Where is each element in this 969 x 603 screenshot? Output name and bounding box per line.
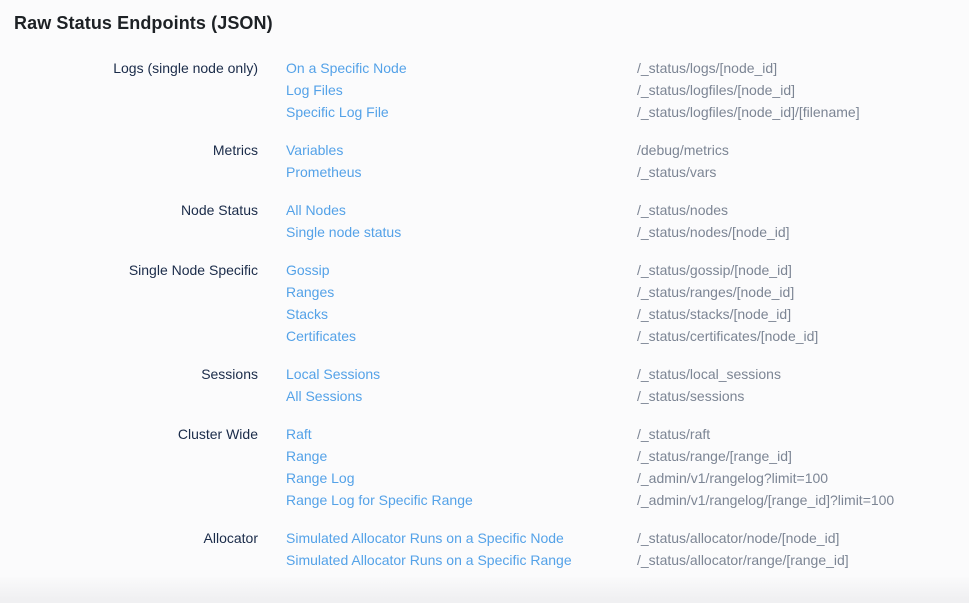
endpoint-link[interactable]: Raft <box>258 423 637 445</box>
endpoint-path: /_status/local_sessions <box>637 363 955 385</box>
endpoint-path: /_status/raft <box>637 423 955 445</box>
endpoint-path: /_status/logfiles/[node_id] <box>637 79 955 101</box>
page-title: Raw Status Endpoints (JSON) <box>14 13 955 34</box>
endpoint-row: Single node status/_status/nodes/[node_i… <box>258 221 955 243</box>
endpoint-link[interactable]: Gossip <box>258 259 637 281</box>
endpoint-link[interactable]: Ranges <box>258 281 637 303</box>
endpoint-section: AllocatorSimulated Allocator Runs on a S… <box>14 527 955 571</box>
endpoint-section: Single Node SpecificGossip/_status/gossi… <box>14 259 955 347</box>
category-label: Allocator <box>14 527 258 571</box>
endpoint-path: /_admin/v1/rangelog?limit=100 <box>637 467 955 489</box>
endpoint-link[interactable]: Simulated Allocator Runs on a Specific N… <box>258 527 637 549</box>
endpoint-section: Cluster WideRaft/_status/raftRange/_stat… <box>14 423 955 511</box>
endpoint-section: Node StatusAll Nodes/_status/nodesSingle… <box>14 199 955 243</box>
endpoint-entries: All Nodes/_status/nodesSingle node statu… <box>258 199 955 243</box>
category-label: Metrics <box>14 139 258 183</box>
endpoint-link[interactable]: All Nodes <box>258 199 637 221</box>
endpoint-entries: On a Specific Node/_status/logs/[node_id… <box>258 57 955 123</box>
endpoint-path: /_status/logfiles/[node_id]/[filename] <box>637 101 955 123</box>
endpoint-path: /_status/allocator/range/[range_id] <box>637 549 955 571</box>
endpoint-entries: Raft/_status/raftRange/_status/range/[ra… <box>258 423 955 511</box>
category-label: Logs (single node only) <box>14 57 258 123</box>
endpoint-row: Gossip/_status/gossip/[node_id] <box>258 259 955 281</box>
endpoint-path: /_status/ranges/[node_id] <box>637 281 955 303</box>
endpoint-link[interactable]: Local Sessions <box>258 363 637 385</box>
raw-status-endpoints-panel: Raw Status Endpoints (JSON) Logs (single… <box>0 0 969 571</box>
endpoint-path: /_status/stacks/[node_id] <box>637 303 955 325</box>
endpoint-section: Logs (single node only)On a Specific Nod… <box>14 57 955 123</box>
endpoint-path: /_status/vars <box>637 161 955 183</box>
endpoint-link[interactable]: Simulated Allocator Runs on a Specific R… <box>258 549 637 571</box>
category-label: Node Status <box>14 199 258 243</box>
footer-strip <box>0 577 969 603</box>
endpoint-path: /_status/range/[range_id] <box>637 445 955 467</box>
endpoint-entries: Variables/debug/metricsPrometheus/_statu… <box>258 139 955 183</box>
endpoint-path: /_status/logs/[node_id] <box>637 57 955 79</box>
endpoint-link[interactable]: Range Log <box>258 467 637 489</box>
endpoint-row: All Sessions/_status/sessions <box>258 385 955 407</box>
endpoint-path: /_admin/v1/rangelog/[range_id]?limit=100 <box>637 489 955 511</box>
endpoint-link[interactable]: Range <box>258 445 637 467</box>
endpoint-row: Local Sessions/_status/local_sessions <box>258 363 955 385</box>
endpoint-entries: Local Sessions/_status/local_sessionsAll… <box>258 363 955 407</box>
endpoint-row: Simulated Allocator Runs on a Specific N… <box>258 527 955 549</box>
endpoint-row: Log Files/_status/logfiles/[node_id] <box>258 79 955 101</box>
endpoint-link[interactable]: Variables <box>258 139 637 161</box>
endpoint-row: On a Specific Node/_status/logs/[node_id… <box>258 57 955 79</box>
page: { "page": { "title": "Raw Status Endpoin… <box>0 0 969 603</box>
endpoint-row: Ranges/_status/ranges/[node_id] <box>258 281 955 303</box>
endpoint-row: Range Log for Specific Range/_admin/v1/r… <box>258 489 955 511</box>
endpoint-section: SessionsLocal Sessions/_status/local_ses… <box>14 363 955 407</box>
endpoint-link[interactable]: All Sessions <box>258 385 637 407</box>
endpoint-link[interactable]: Prometheus <box>258 161 637 183</box>
endpoint-row: Variables/debug/metrics <box>258 139 955 161</box>
endpoint-row: Specific Log File/_status/logfiles/[node… <box>258 101 955 123</box>
endpoint-path: /_status/gossip/[node_id] <box>637 259 955 281</box>
category-label: Single Node Specific <box>14 259 258 347</box>
endpoint-path: /_status/sessions <box>637 385 955 407</box>
endpoint-link[interactable]: Specific Log File <box>258 101 637 123</box>
endpoint-entries: Simulated Allocator Runs on a Specific N… <box>258 527 955 571</box>
endpoint-row: Range Log/_admin/v1/rangelog?limit=100 <box>258 467 955 489</box>
endpoints-table: Logs (single node only)On a Specific Nod… <box>14 57 955 571</box>
endpoint-link[interactable]: Certificates <box>258 325 637 347</box>
endpoint-path: /_status/allocator/node/[node_id] <box>637 527 955 549</box>
endpoint-path: /_status/certificates/[node_id] <box>637 325 955 347</box>
category-label: Cluster Wide <box>14 423 258 511</box>
endpoint-row: Raft/_status/raft <box>258 423 955 445</box>
endpoint-link[interactable]: On a Specific Node <box>258 57 637 79</box>
endpoint-path: /debug/metrics <box>637 139 955 161</box>
endpoint-row: All Nodes/_status/nodes <box>258 199 955 221</box>
endpoint-path: /_status/nodes <box>637 199 955 221</box>
endpoint-row: Prometheus/_status/vars <box>258 161 955 183</box>
endpoint-link[interactable]: Range Log for Specific Range <box>258 489 637 511</box>
endpoint-path: /_status/nodes/[node_id] <box>637 221 955 243</box>
endpoint-row: Certificates/_status/certificates/[node_… <box>258 325 955 347</box>
endpoint-link[interactable]: Single node status <box>258 221 637 243</box>
endpoint-link[interactable]: Stacks <box>258 303 637 325</box>
category-label: Sessions <box>14 363 258 407</box>
endpoint-row: Stacks/_status/stacks/[node_id] <box>258 303 955 325</box>
endpoint-section: MetricsVariables/debug/metricsPrometheus… <box>14 139 955 183</box>
endpoint-entries: Gossip/_status/gossip/[node_id]Ranges/_s… <box>258 259 955 347</box>
endpoint-row: Simulated Allocator Runs on a Specific R… <box>258 549 955 571</box>
endpoint-link[interactable]: Log Files <box>258 79 637 101</box>
endpoint-row: Range/_status/range/[range_id] <box>258 445 955 467</box>
